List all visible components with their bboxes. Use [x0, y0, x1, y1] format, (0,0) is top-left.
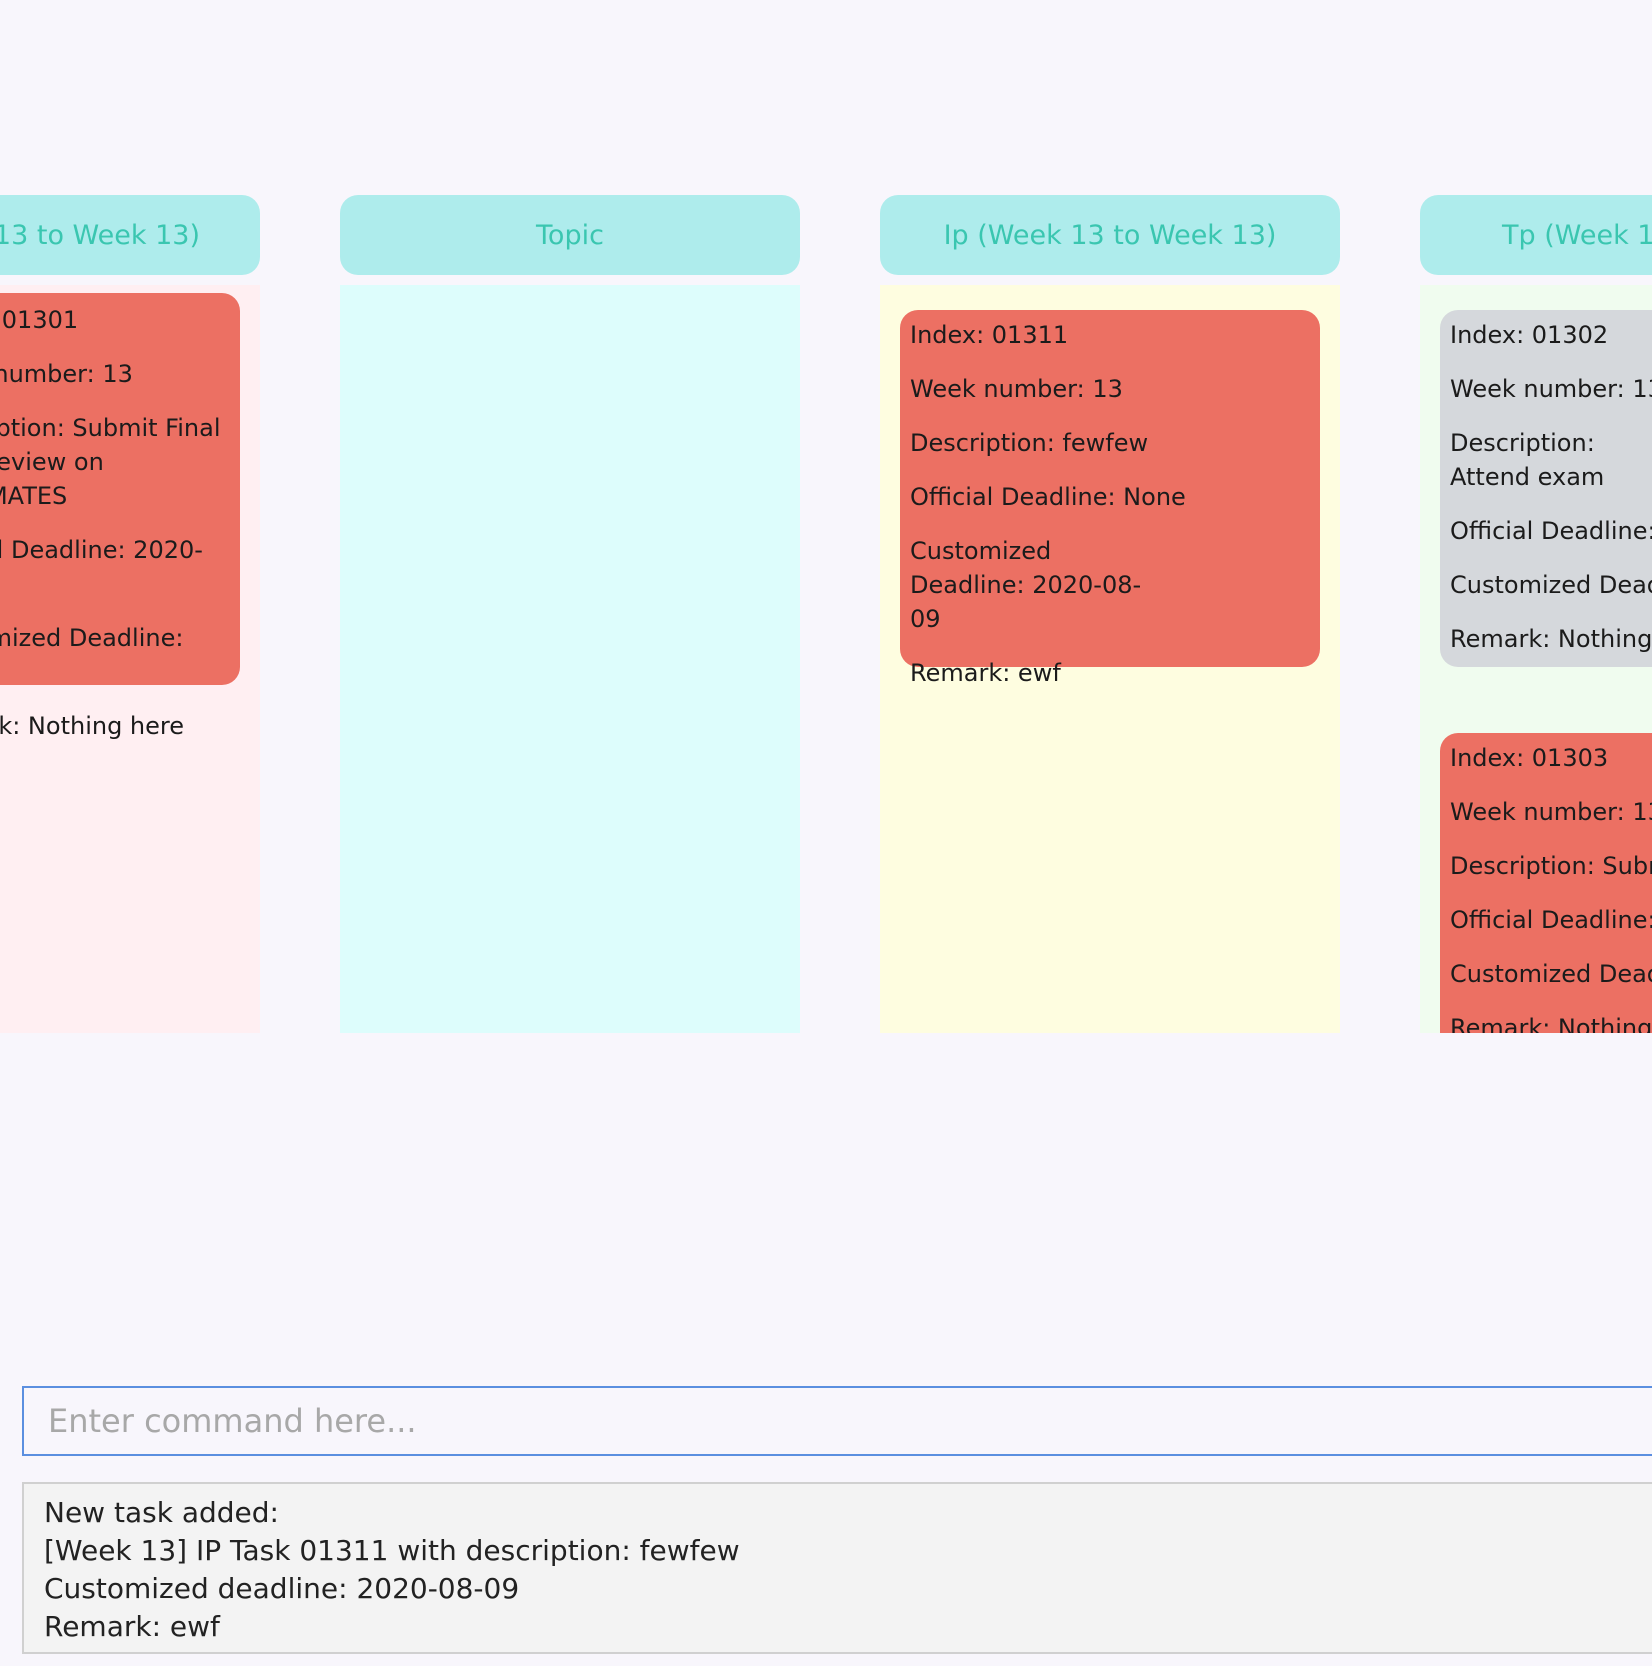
- task-official-deadline: Official Deadline: 2020-11-12: [0, 536, 203, 564]
- task-card[interactable]: Index: 01302 Week number: 13 Description…: [1440, 310, 1652, 667]
- task-card[interactable]: Index: 01303 Week number: 13 Description…: [1440, 733, 1652, 1033]
- column-title: Tp (Week 13 to Week 13): [1502, 219, 1652, 251]
- column-body: Index: 01301 Week number: 13 Description…: [0, 285, 260, 1033]
- result-line: New task added:: [44, 1496, 279, 1529]
- task-official-deadline: Official Deadline: 2: [1450, 906, 1652, 934]
- task-index: Index: 01301: [0, 306, 79, 334]
- task-customized-deadline: Customized Deadl: [1450, 571, 1652, 599]
- result-line: Customized deadline: 2020-08-09: [44, 1572, 520, 1605]
- task-description: Description: Subm: [1450, 852, 1652, 880]
- task-customized-deadline: Customized Deadl: [1450, 960, 1652, 988]
- task-remark: Remark: Nothing here: [0, 712, 185, 740]
- app-window: Tutorial (Week 13 to Week 13) Index: 013…: [0, 0, 1652, 1666]
- command-input[interactable]: [22, 1386, 1652, 1456]
- column-header: Ip (Week 13 to Week 13): [880, 195, 1340, 275]
- column-body: [340, 285, 800, 1033]
- task-index: Index: 01303: [1450, 744, 1609, 772]
- task-week: Week number: 13: [910, 375, 1123, 403]
- task-official-deadline: Official Deadline: None: [910, 483, 1186, 511]
- result-line: Remark: ewf: [44, 1610, 220, 1643]
- task-customized-deadline: Customized Deadline: 2020-08-09: [910, 537, 1142, 633]
- column-title: Tutorial (Week 13 to Week 13): [0, 219, 200, 251]
- task-week: Week number: 13: [1450, 798, 1652, 826]
- task-description: Description: Submit Final Peer Review on…: [0, 414, 221, 510]
- column-title: Topic: [536, 219, 604, 251]
- task-description-text: Description: Attend exam: [1450, 429, 1605, 491]
- column-header: Tutorial (Week 13 to Week 13): [0, 195, 260, 275]
- column-body: Index: 01302 Week number: 13 Description…: [1420, 285, 1652, 1033]
- task-description: Description: fewfew: [910, 429, 1149, 457]
- task-official-deadline: Official Deadline: 2: [1450, 517, 1652, 545]
- task-remark: Remark: Nothing h: [1450, 1014, 1652, 1033]
- column-body: Index: 01311 Week number: 13 Description…: [880, 285, 1340, 1033]
- column-header: Tp (Week 13 to Week 13): [1420, 195, 1652, 275]
- task-remark: Remark: Nothing h: [1450, 625, 1652, 653]
- task-week: Week number: 13: [1450, 375, 1652, 403]
- column-title: Ip (Week 13 to Week 13): [943, 219, 1277, 251]
- task-card[interactable]: Index: 01311 Week number: 13 Description…: [900, 310, 1320, 687]
- result-display: New task added: [Week 13] IP Task 01311 …: [22, 1482, 1652, 1654]
- task-description: Description: Attend exam: [1450, 426, 1652, 494]
- task-customized-deadline: Customized Deadline: None: [0, 624, 184, 652]
- task-index: Index: 01302: [1450, 321, 1609, 349]
- task-card[interactable]: Index: 01301 Week number: 13 Description…: [0, 293, 240, 740]
- task-index: Index: 01311: [910, 321, 1069, 349]
- task-week: Week number: 13: [0, 360, 133, 388]
- result-line: [Week 13] IP Task 01311 with description…: [44, 1534, 740, 1567]
- task-remark: Remark: ewf: [910, 659, 1061, 687]
- column-header: Topic: [340, 195, 800, 275]
